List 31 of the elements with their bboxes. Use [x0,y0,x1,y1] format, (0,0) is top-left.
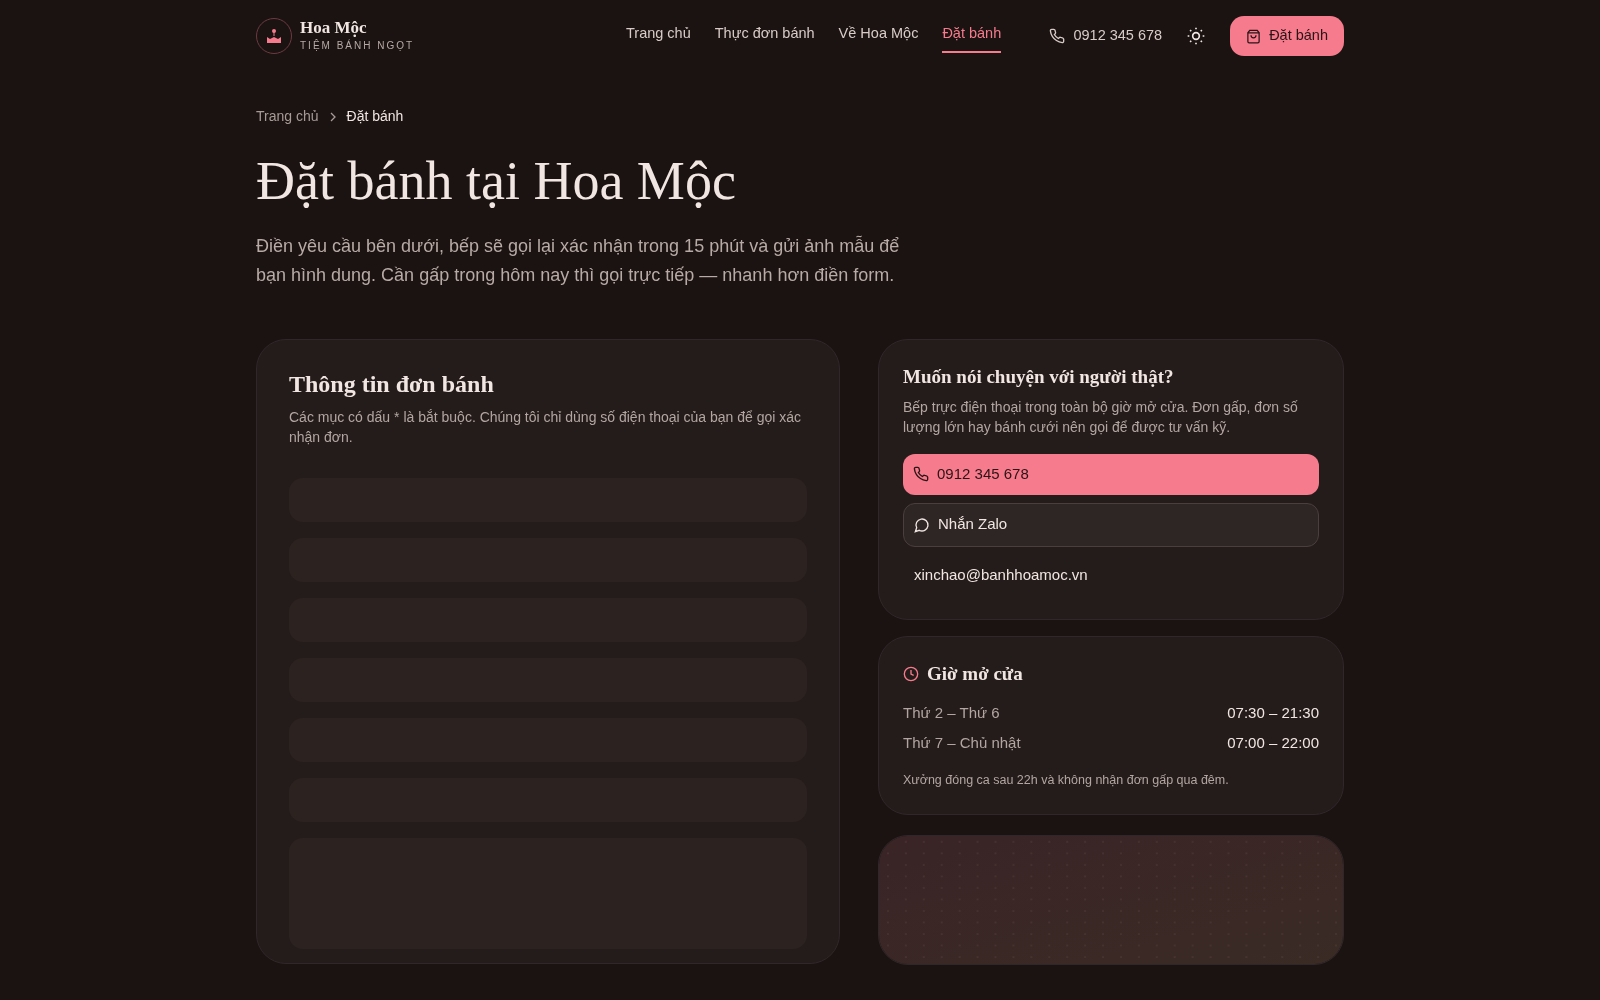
order-button[interactable]: Đặt bánh [1230,16,1344,56]
hours-time: 07:30 – 21:30 [1227,702,1319,723]
breadcrumb-current: Đặt bánh [346,107,404,126]
nav-link[interactable]: Đặt bánh [942,19,1002,53]
chat-bubble-icon [914,516,930,533]
hours-days: Thứ 2 – Thứ 6 [903,701,1000,725]
phone-icon [1049,28,1066,44]
nav-link[interactable]: Trang chủ [626,19,691,53]
theme-toggle-icon[interactable] [1186,26,1207,46]
phone-link[interactable]: 0912 345 678 [1049,25,1163,47]
hours-time: 07:00 – 22:00 [1227,733,1319,754]
breadcrumb-link[interactable]: Trang chủ [256,106,319,127]
nav-link[interactable]: Về Hoa Mộc [838,19,919,53]
zalo-button[interactable]: Nhắn Zalo [903,502,1319,547]
phone-icon [913,466,929,483]
card-title: Muốn nói chuyện với người thật? [903,366,1175,389]
card-title: Giờ mở cửa [927,663,1023,686]
hours-note: Xưởng đóng ca sau 22h và không nhận đơn gấp qua đêm. [903,771,1230,789]
bag-icon [1246,28,1262,44]
brand-name: Hoa Mộc [300,19,368,38]
hours-days: Thứ 7 – Chủ nhật [903,732,1021,755]
card-text: Bếp trực điện thoại trong toàn bộ giờ mở cửa. Đơn gấp, đơn số lượng lớn hay bánh cưới nên gọi để được tư vấn kỹ. [903,397,1299,438]
intro-text: Điền yêu cầu bên dưới, bếp sẽ gọi lại xác nhận trong 15 phút và gửi ảnh mẫu để bạn hình dung. Cần gấp trong hôm nay thì gọi trực tiếp — nhanh hơn điền form. [256,234,901,288]
page-title: Đặt bánh tại Hoa Mộc [256,150,737,213]
card-note: Các mục có dấu * là bắt buộc. Chúng tôi chỉ dùng số điện thoại của bạn để gọi xác nhận đơn. [289,407,803,448]
card-title: Thông tin đơn bánh [289,370,495,399]
nav-link[interactable]: Thực đơn bánh [714,19,815,53]
email-link[interactable]: xinchao@banhhoamoc.vn [903,554,1319,596]
clock-icon [903,666,919,683]
brand-tagline: TIỆM BÁNH NGỌT [300,38,415,53]
call-button[interactable]: 0912 345 678 [903,453,1319,495]
